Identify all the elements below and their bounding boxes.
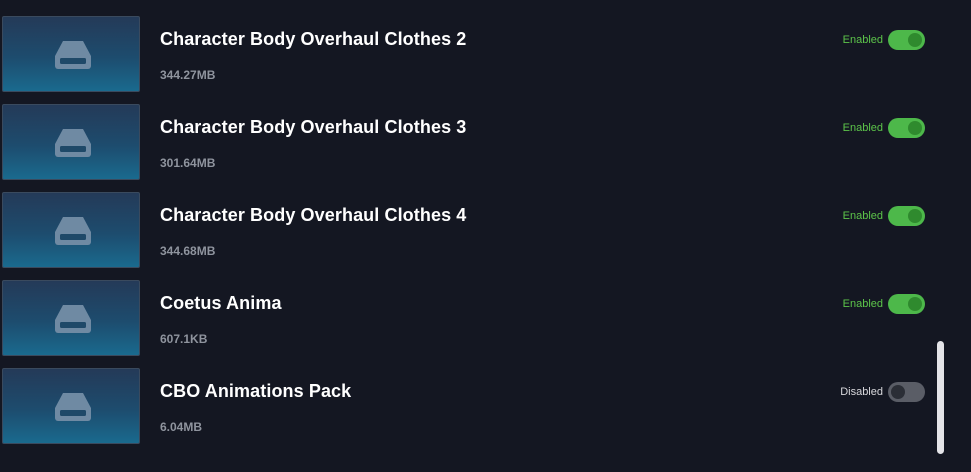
scrollbar-thumb[interactable] — [937, 341, 944, 454]
mod-row[interactable]: Character Body Overhaul Clothes 4 344.68… — [0, 191, 971, 279]
mod-enable-toggle[interactable] — [888, 118, 925, 138]
mod-row[interactable]: Character Body Overhaul Clothes 2 344.27… — [0, 15, 971, 103]
toggle-knob — [908, 33, 922, 47]
toggle-knob — [908, 209, 922, 223]
toggle-knob — [891, 385, 905, 399]
mod-row[interactable]: CBO Animations Pack 6.04MB Disabled — [0, 367, 971, 455]
mod-size: 6.04MB — [160, 420, 203, 434]
mod-list: Character Body Overhaul Clothes 2 344.27… — [0, 15, 971, 455]
mod-row[interactable]: Coetus Anima 607.1KB Enabled — [0, 279, 971, 367]
mod-size: 301.64MB — [160, 156, 216, 170]
mod-size: 607.1KB — [160, 332, 208, 346]
mod-title: Character Body Overhaul Clothes 3 — [160, 117, 467, 137]
mod-enable-toggle[interactable] — [888, 382, 925, 402]
mod-size: 344.27MB — [160, 68, 216, 82]
mod-status-label: Enabled — [842, 298, 883, 310]
hard-drive-icon — [55, 129, 91, 157]
mod-status-label: Enabled — [842, 122, 883, 134]
mod-thumbnail — [2, 368, 140, 444]
mod-status-label: Enabled — [842, 34, 883, 46]
mod-size: 344.68MB — [160, 244, 216, 258]
mod-enable-toggle[interactable] — [888, 294, 925, 314]
hard-drive-icon — [55, 217, 91, 245]
hard-drive-icon — [55, 41, 91, 69]
mod-thumbnail — [2, 192, 140, 268]
toggle-knob — [908, 297, 922, 311]
toggle-knob — [908, 121, 922, 135]
mod-status-label: Disabled — [840, 386, 883, 398]
mod-thumbnail — [2, 280, 140, 356]
mod-title: Character Body Overhaul Clothes 2 — [160, 29, 467, 49]
mod-title: CBO Animations Pack — [160, 381, 352, 401]
mod-title: Coetus Anima — [160, 293, 282, 313]
hard-drive-icon — [55, 393, 91, 421]
mod-thumbnail — [2, 104, 140, 180]
mod-thumbnail — [2, 16, 140, 92]
mod-row[interactable]: Character Body Overhaul Clothes 3 301.64… — [0, 103, 971, 191]
mod-title: Character Body Overhaul Clothes 4 — [160, 205, 467, 225]
mod-enable-toggle[interactable] — [888, 206, 925, 226]
mod-status-label: Enabled — [842, 210, 883, 222]
mod-enable-toggle[interactable] — [888, 30, 925, 50]
hard-drive-icon — [55, 305, 91, 333]
